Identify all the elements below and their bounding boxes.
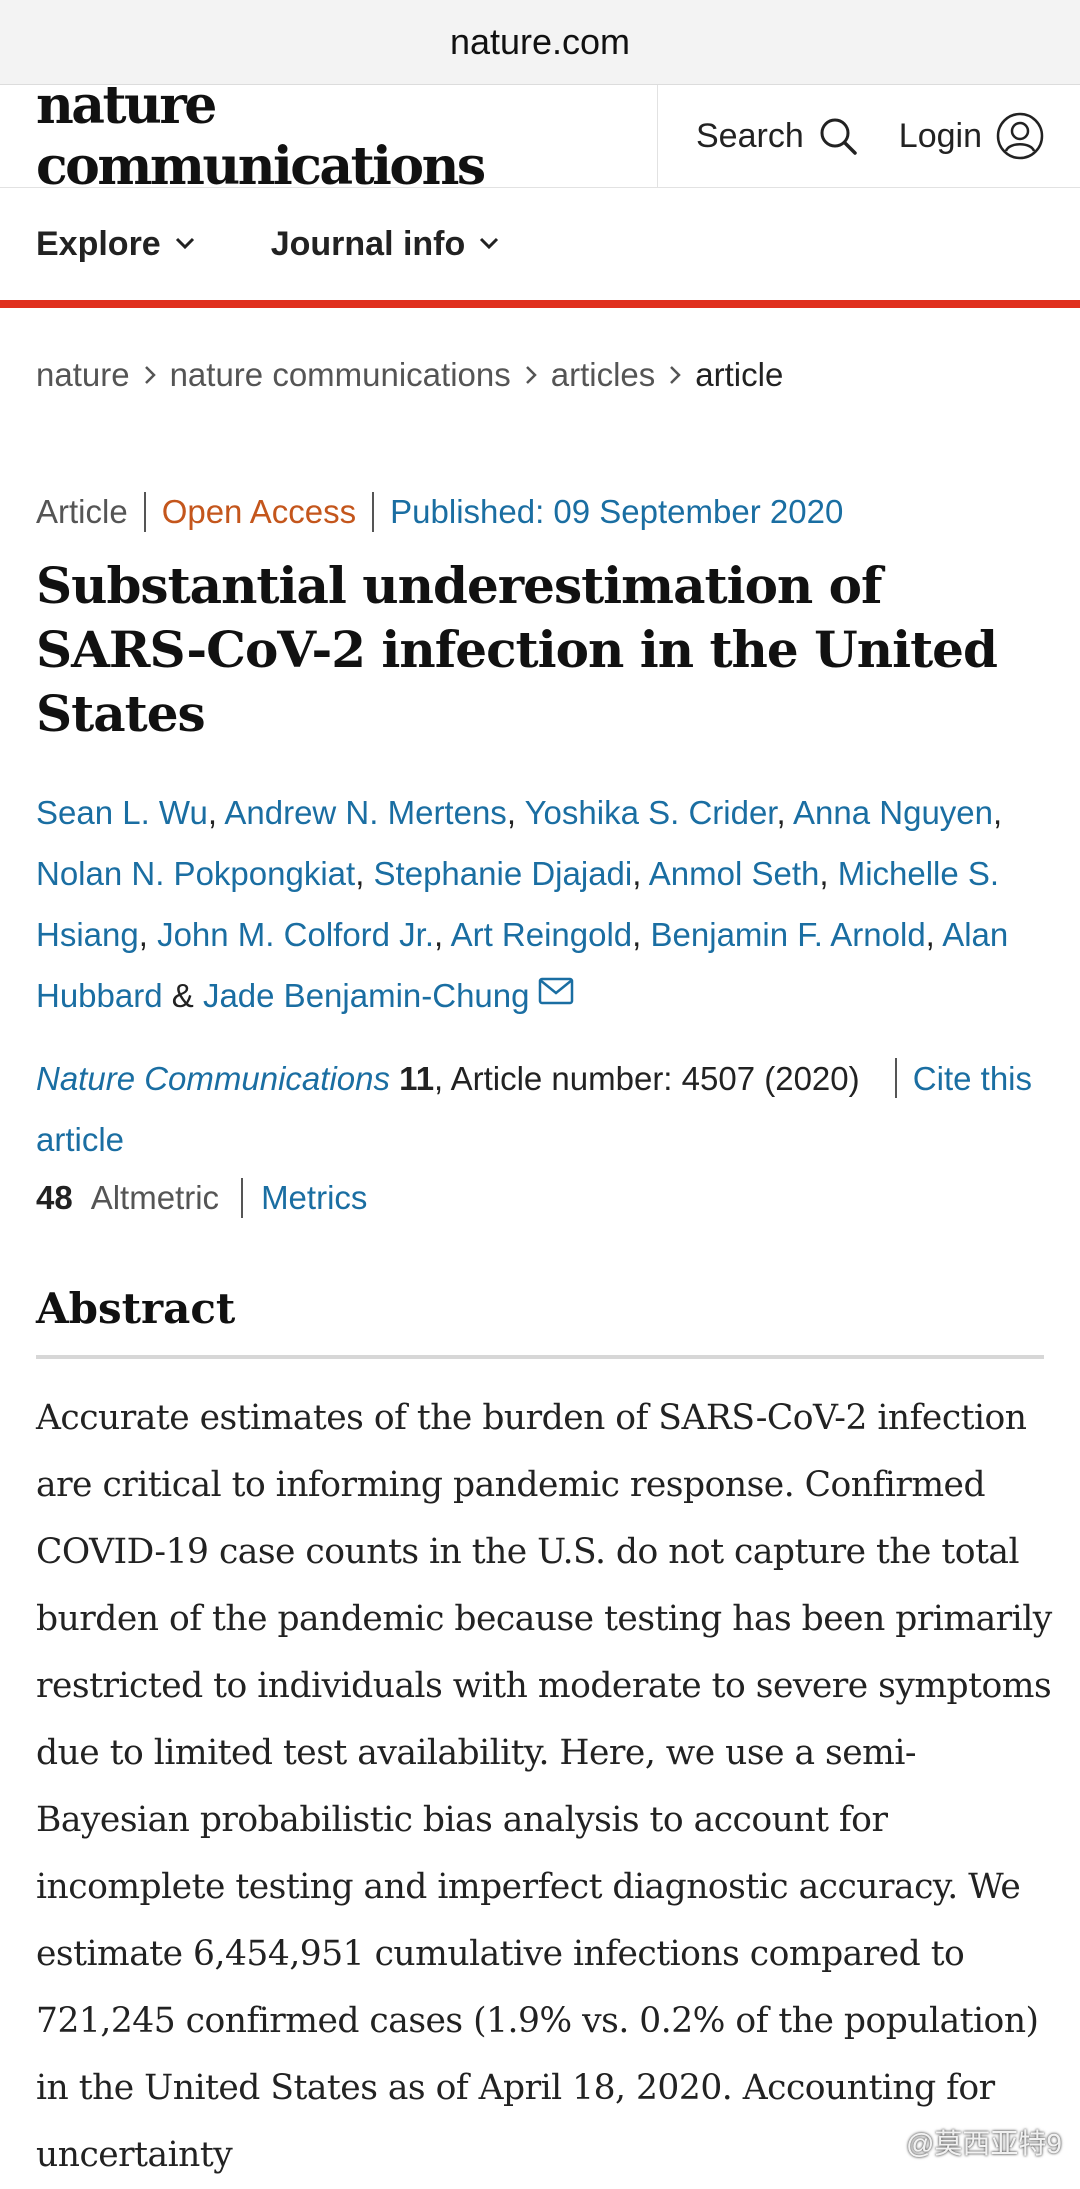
breadcrumb-article: article [695, 356, 784, 393]
journal-name[interactable]: Nature Communications [36, 1060, 390, 1097]
breadcrumb-nature[interactable]: nature [36, 356, 130, 394]
nav-explore-label: Explore [36, 224, 161, 263]
address-bar[interactable]: nature.com [0, 0, 1080, 85]
watermark: @莫西亚特9 [906, 2128, 1062, 2159]
user-icon [996, 112, 1044, 160]
mail-icon[interactable] [538, 977, 574, 1005]
article-number: , Article number: 4507 (2020) [434, 1060, 860, 1097]
author-link[interactable]: Art Reingold [451, 916, 633, 953]
article-title: Substantial underestimation of SARS-CoV-… [36, 556, 998, 743]
abstract-heading: Abstract [36, 1284, 1044, 1359]
divider [372, 492, 375, 532]
citation-line: Nature Communications 11, Article number… [36, 1048, 1044, 1170]
breadcrumb-nature-communications[interactable]: nature communications [170, 356, 511, 394]
url-text: nature.com [449, 21, 631, 62]
author-link[interactable]: John M. Colford Jr. [157, 916, 434, 953]
breadcrumb: nature nature communications articles ar… [0, 356, 1080, 394]
divider [241, 1178, 244, 1218]
site-header: nature communications Search Login [0, 75, 1080, 197]
breadcrumb-articles[interactable]: articles [551, 356, 656, 394]
author-link[interactable]: Sean L. Wu [36, 794, 208, 831]
metrics-link[interactable]: Metrics [261, 1179, 367, 1217]
author-link[interactable]: Andrew N. Mertens [224, 794, 506, 831]
chevron-down-icon [480, 237, 499, 250]
altmetric-count: 48 [36, 1179, 73, 1216]
nav-journal-info[interactable]: Journal info [271, 225, 500, 264]
login-label: Login [898, 116, 982, 155]
abstract-text: Accurate estimates of the burden of SARS… [36, 1398, 1052, 2175]
author-link[interactable]: Anmol Seth [649, 855, 820, 892]
altmetric-label: Altmetric [90, 1179, 220, 1216]
author-link[interactable]: Jade Benjamin-Chung [203, 977, 530, 1014]
header-actions: Search Login [658, 85, 1080, 187]
author-list: Sean L. Wu, Andrew N. Mertens, Yoshika S… [36, 794, 1009, 1014]
published-date: Published: 09 September 2020 [390, 493, 844, 530]
search-label: Search [696, 116, 804, 155]
search-icon [820, 118, 857, 155]
journal-logo[interactable]: nature communications [0, 75, 658, 197]
article-type: Article [36, 493, 128, 530]
article-meta: Article Open Access Published: 09 Septem… [0, 492, 1080, 532]
chevron-right-icon [144, 366, 156, 384]
chevron-right-icon [525, 366, 537, 384]
login-button[interactable]: Login [899, 112, 1044, 160]
author-link[interactable]: Anna Nguyen [793, 794, 993, 831]
open-access-badge: Open Access [161, 493, 357, 530]
divider [143, 492, 146, 532]
chevron-right-icon [670, 366, 682, 384]
volume: 11 [399, 1060, 435, 1097]
author-link[interactable]: Benjamin F. Arnold [651, 916, 926, 953]
chevron-down-icon [175, 237, 194, 250]
nav-journal-info-label: Journal info [270, 224, 466, 263]
metrics-row: 48 Altmetric Metrics [36, 1178, 1044, 1218]
search-button[interactable]: Search [696, 116, 858, 156]
divider [894, 1058, 897, 1098]
nav-explore[interactable]: Explore [36, 225, 195, 264]
author-link[interactable]: Stephanie Djajadi [374, 855, 633, 892]
author-link[interactable]: Nolan N. Pokpongkiat [36, 855, 355, 892]
author-link[interactable]: Yoshika S. Crider [525, 794, 777, 831]
main-nav: Explore Journal info [0, 188, 1080, 308]
